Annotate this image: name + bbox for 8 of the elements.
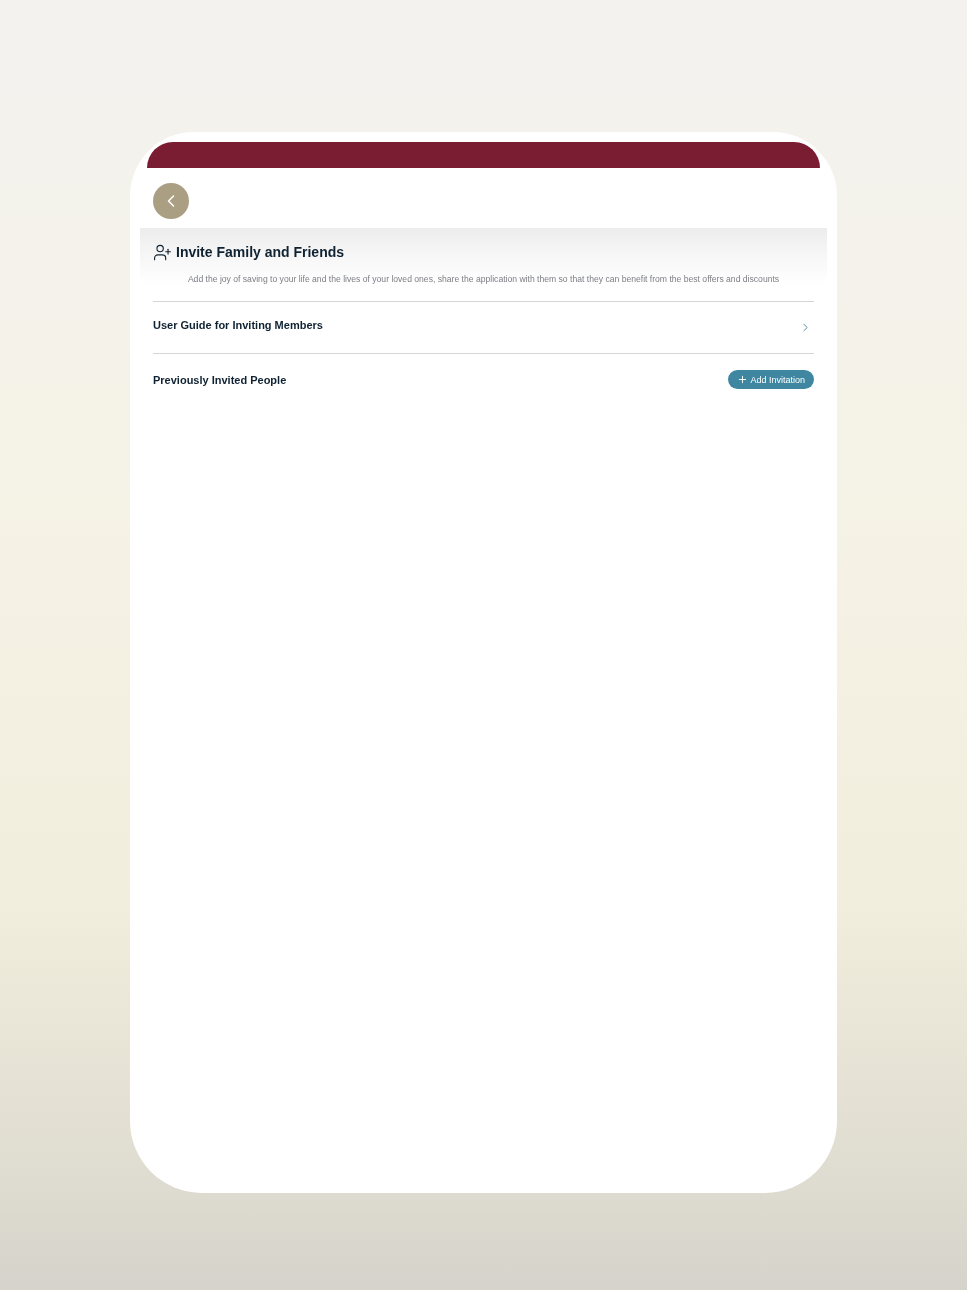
add-invitation-button[interactable]: Add Invitation — [728, 370, 814, 389]
user-plus-icon — [153, 242, 172, 262]
plus-icon — [737, 374, 749, 385]
page-description: Add the joy of saving to your life and the lives of your loved ones, share the application with them so that they can benefit from the best offers and discounts — [186, 273, 781, 285]
section-title: Previously Invited People — [153, 373, 287, 386]
guide-link[interactable]: User Guide for Inviting Members — [153, 302, 814, 353]
back-button[interactable] — [153, 183, 189, 219]
page-title: Invite Family and Friends — [176, 243, 345, 261]
